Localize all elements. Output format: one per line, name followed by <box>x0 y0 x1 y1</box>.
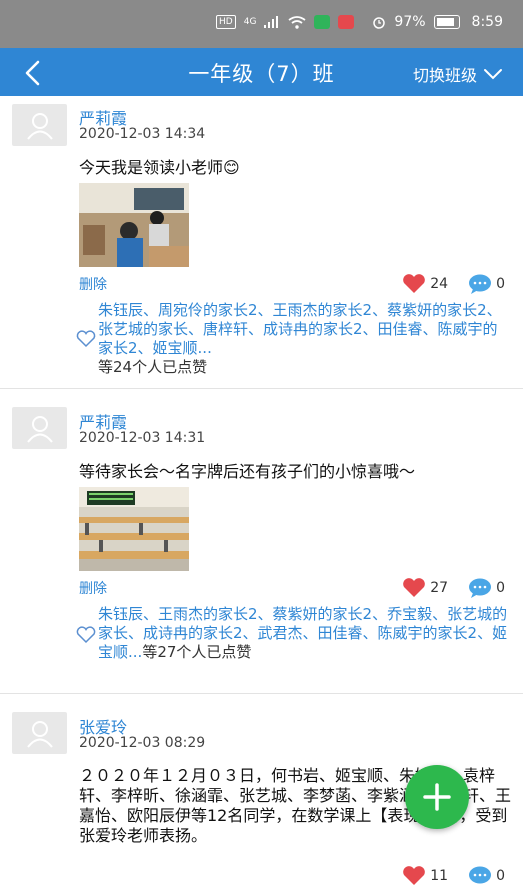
heart-icon[interactable] <box>402 274 426 294</box>
heart-icon[interactable] <box>402 578 426 598</box>
post-photo[interactable] <box>79 183 189 267</box>
notification-app-icon-2 <box>338 15 355 29</box>
likers-names: 朱钰辰、周宛伶的家长2、王雨杰的家长2、蔡紫妍的家长2、张艺城的家长、唐梓轩、成… <box>98 301 502 357</box>
battery-percent: 97% <box>394 14 426 30</box>
comment-icon[interactable] <box>468 866 492 886</box>
post-card: 严莉霞 2020-12-03 14:31 等待家长会～名字牌后还有孩子们的小惊喜… <box>0 389 523 694</box>
plus-icon <box>423 783 451 811</box>
likers-summary: 等27个人已点赞 <box>142 643 252 661</box>
clock: 8:59 <box>471 14 503 30</box>
like-count: 27 <box>430 580 449 596</box>
avatar[interactable] <box>12 104 67 146</box>
likers-list: 朱钰辰、周宛伶的家长2、王雨杰的家长2、蔡紫妍的家长2、张艺城的家长、唐梓轩、成… <box>98 301 509 377</box>
post-card: 严莉霞 2020-12-03 14:34 今天我是领读小老师😊 删除 24 0 … <box>0 96 523 389</box>
add-post-button[interactable] <box>405 765 469 829</box>
post-stats: 27 0 <box>402 578 505 598</box>
status-bar: HD 4G 97% 8:59 <box>0 0 523 48</box>
switch-class-button[interactable]: 切换班级 <box>413 62 503 86</box>
signal-icon <box>264 16 279 28</box>
classroom-photo <box>79 183 189 267</box>
post-photo[interactable] <box>79 487 189 571</box>
heart-outline-icon <box>76 330 96 348</box>
user-placeholder-icon <box>26 721 53 748</box>
post-stats: 11 0 <box>402 866 505 886</box>
avatar[interactable] <box>12 407 67 449</box>
switch-class-label: 切换班级 <box>412 66 477 85</box>
comment-icon[interactable] <box>468 578 492 598</box>
classroom-photo <box>79 487 189 571</box>
delete-button[interactable]: 删除 <box>79 274 107 294</box>
user-placeholder-icon <box>26 416 53 443</box>
network-type: 4G <box>243 17 257 27</box>
likers-list: 朱钰辰、王雨杰的家长2、蔡紫妍的家长2、乔宝毅、张艺城的家长、成诗冉的家长2、武… <box>98 605 509 662</box>
chevron-down-icon <box>484 69 502 80</box>
hd-indicator: HD <box>216 15 236 29</box>
heart-outline-icon <box>76 626 96 644</box>
post-stats: 24 0 <box>402 274 505 294</box>
post-time: 2020-12-03 08:29 <box>79 735 206 751</box>
comment-count: 0 <box>496 276 505 292</box>
heart-icon[interactable] <box>402 866 426 886</box>
user-placeholder-icon <box>26 113 53 140</box>
notification-app-icon <box>314 15 331 29</box>
post-time: 2020-12-03 14:31 <box>79 430 206 446</box>
comment-icon[interactable] <box>468 274 492 294</box>
comment-count: 0 <box>496 580 505 596</box>
avatar[interactable] <box>12 712 67 754</box>
alarm-icon <box>373 17 386 29</box>
delete-button[interactable]: 删除 <box>79 578 107 598</box>
likers-summary: 等24个人已点赞 <box>98 358 208 376</box>
post-text: 等待家长会～名字牌后还有孩子们的小惊喜哦～ <box>79 462 416 481</box>
post-text: 今天我是领读小老师😊 <box>79 158 240 177</box>
like-count: 24 <box>430 276 449 292</box>
title-bar: 一年级（7）班 切换班级 <box>0 48 523 96</box>
post-time: 2020-12-03 14:34 <box>79 126 206 142</box>
battery-icon <box>433 15 460 29</box>
wifi-icon <box>288 15 306 29</box>
like-count: 11 <box>430 868 449 884</box>
comment-count: 0 <box>496 868 505 884</box>
